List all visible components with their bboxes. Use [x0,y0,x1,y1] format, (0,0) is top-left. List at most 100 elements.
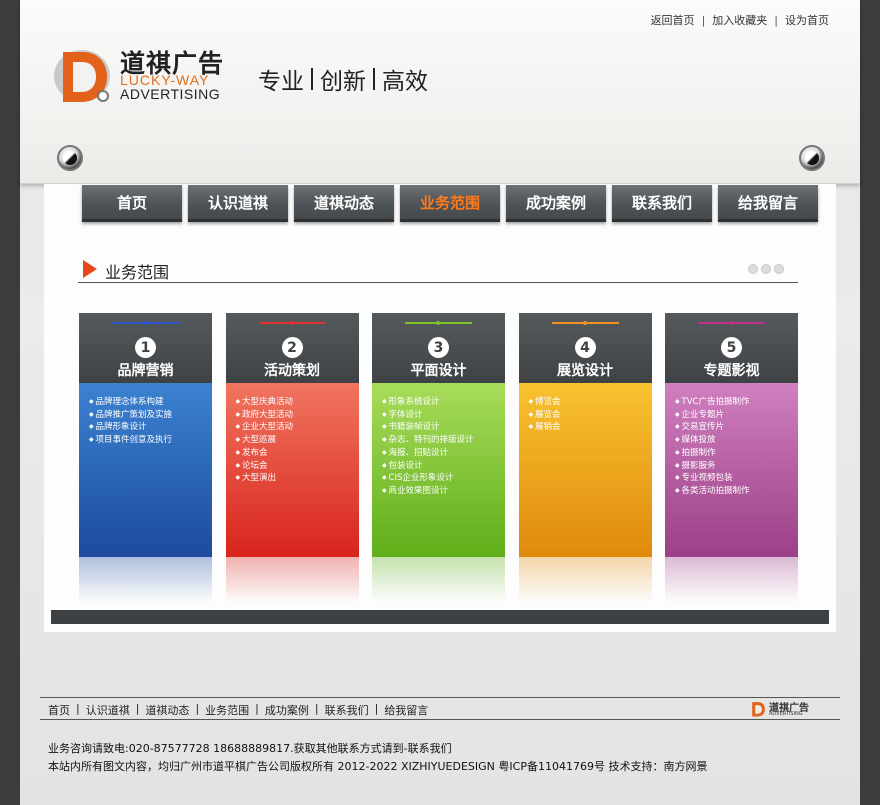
service-card[interactable]: 1 品牌营销品牌理念体系构建品牌推广策划及实施品牌形象设计项目事件创意及执行 [79,313,212,603]
pager-dots [745,264,784,274]
card-accent-line [698,321,765,325]
card-item: 形象系统设计 [382,396,505,409]
separator: | [76,702,80,715]
card-item: 大型演出 [236,472,359,485]
card-item: 政府大型活动 [236,409,359,422]
footer-link[interactable]: 首页 [48,702,70,718]
slogan-divider [373,68,375,90]
card-number-icon: 3 [428,337,449,358]
card-item: 论坛会 [236,460,359,473]
nav-label: 联系我们 [631,193,692,212]
set-homepage-link[interactable]: 设为首页 [785,12,829,28]
footer-link[interactable]: 成功案例 [265,702,309,718]
card-item: 商业效果图设计 [382,485,505,498]
card-body: 形象系统设计字体设计书籍装帧设计杂志、特刊的排版设计海报、招贴设计包装设计CIS… [372,383,505,557]
site-logo[interactable]: 道祺广告 LUCKY-WAY ADVERTISING [53,42,233,104]
pager-dot-icon[interactable] [761,264,771,274]
card-item: 项目事件创意及执行 [89,434,212,447]
slogan-word: 专业 [258,69,304,95]
site-header: 返回首页 | 加入收藏夹 | 设为首页 道祺广告 LUCKY-WAY ADVER… [20,0,860,184]
nav-label: 成功案例 [525,193,586,212]
service-card[interactable]: 3 平面设计形象系统设计字体设计书籍装帧设计杂志、特刊的排版设计海报、招贴设计包装… [372,313,505,603]
top-links: 返回首页 | 加入收藏夹 | 设为首页 [651,12,829,28]
bookmark-link[interactable]: 加入收藏夹 [712,12,767,28]
card-item: 摄影服务 [675,460,798,473]
card-reflection [372,557,505,603]
card-header: 2 活动策划 [225,313,359,383]
pager-dot-icon[interactable] [774,264,784,274]
card-item: 书籍装帧设计 [382,421,505,434]
panel-bottom-bar [51,610,829,624]
separator: | [774,13,778,27]
card-body: 大型庆典活动政府大型活动企业大型活动大型巡展发布会论坛会大型演出 [225,383,359,557]
card-item: 品牌理念体系构建 [89,396,212,409]
card-item: 企业大型活动 [236,421,359,434]
footer-logo-en: ADVERTISING [769,711,803,717]
slogan-word: 创新 [320,69,366,95]
footer-links: 首页 | 认识道祺 | 道祺动态 | 业务范围 | 成功案例 | 联系我们 | 给我留言 [48,702,428,718]
footer-link[interactable]: 道祺动态 [145,702,189,718]
card-item: CIS企业形象设计 [382,472,505,485]
card-item: 拍摄制作 [675,447,798,460]
card-number-icon: 2 [281,337,303,358]
nav-item-about[interactable]: 认识道祺 [188,185,288,222]
service-card[interactable]: 4 展览设计博览会展览会展销会 [518,313,652,603]
card-item: 专业视频包装 [675,472,798,485]
footer-link[interactable]: 认识道祺 [86,702,130,718]
service-card[interactable]: 2 活动策划大型庆典活动政府大型活动企业大型活动大型巡展发布会论坛会大型演出 [225,313,359,603]
card-header: 4 展览设计 [518,313,652,383]
card-item: 字体设计 [382,409,505,422]
card-item: TVC广告拍摄制作 [675,396,798,409]
card-title: 品牌营销 [117,363,174,379]
card-reflection [225,557,359,603]
section-title: 业务范围 [105,263,170,282]
card-title: 活动策划 [264,363,320,379]
nav-item-services[interactable]: 业务范围 [400,185,500,222]
slogan: 专业 创新 高效 [258,62,428,96]
home-link[interactable]: 返回首页 [651,12,695,28]
nav-label: 业务范围 [419,193,480,212]
card-item: 媒体投放 [675,434,798,447]
card-item: 海报、招贴设计 [382,447,505,460]
card-item: 品牌推广策划及实施 [89,409,212,422]
card-item: 展览会 [529,409,652,422]
nav-item-cases[interactable]: 成功案例 [506,185,606,222]
slogan-word: 高效 [382,69,428,95]
footer-logo-d-icon [752,702,765,717]
nav-item-message[interactable]: 给我留言 [718,185,818,222]
card-body: 博览会展览会展销会 [518,383,652,557]
slogan-divider [311,68,313,90]
content-panel: 首页 认识道祺 道祺动态 业务范围 成功案例 联系我们 给我留言 业务范围 1 品… [44,184,836,632]
card-item: 博览会 [529,396,652,409]
separator: | [135,702,140,715]
card-accent-line [112,321,179,325]
logo-english-subtitle: ADVERTISING [120,86,221,102]
decorative-knob-right-icon [799,145,825,171]
footer-link[interactable]: 联系我们 [325,702,369,718]
card-item: 各类活动拍摄制作 [675,485,798,498]
nav-item-home[interactable]: 首页 [82,185,182,222]
card-item: 包装设计 [382,460,505,473]
card-body: TVC广告拍摄制作企业专题片交易宣传片媒体投放拍摄制作摄影服务专业视频包装各类活… [665,383,798,557]
footer-link[interactable]: 业务范围 [205,702,249,718]
separator: | [374,702,379,715]
footer-nav: 首页 | 认识道祺 | 道祺动态 | 业务范围 | 成功案例 | 联系我们 | 给我留言 道祺广告 AD… [40,697,840,720]
card-body: 品牌理念体系构建品牌推广策划及实施品牌形象设计项目事件创意及执行 [79,383,212,557]
nav-item-news[interactable]: 道祺动态 [294,185,394,222]
copyright-line: 本站内所有图文内容，均归广州市道平棋广告公司版权所有 2012-2022 XIZ… [48,760,708,773]
card-header: 5 专题影视 [665,313,798,383]
separator: | [314,702,319,715]
card-item: 大型巡展 [236,434,359,447]
nav-item-contact[interactable]: 联系我们 [612,185,712,222]
card-number-icon: 5 [721,337,742,358]
pager-dot-icon[interactable] [748,264,758,274]
footer-link[interactable]: 给我留言 [384,702,428,718]
contact-line: 业务咨询请致电:020-87577728 18688889817.获取其他联系方… [48,742,452,755]
service-card[interactable]: 5 专题影视 TVC广告拍摄制作企业专题片交易宣传片媒体投放拍摄制作摄影服务专业视频… [665,313,798,603]
card-reflection [665,557,798,603]
card-item: 企业专题片 [675,409,798,422]
card-item: 发布会 [236,447,359,460]
card-item: 展销会 [529,421,652,434]
section-header: 业务范围 [78,257,798,283]
card-accent-line [405,321,472,325]
